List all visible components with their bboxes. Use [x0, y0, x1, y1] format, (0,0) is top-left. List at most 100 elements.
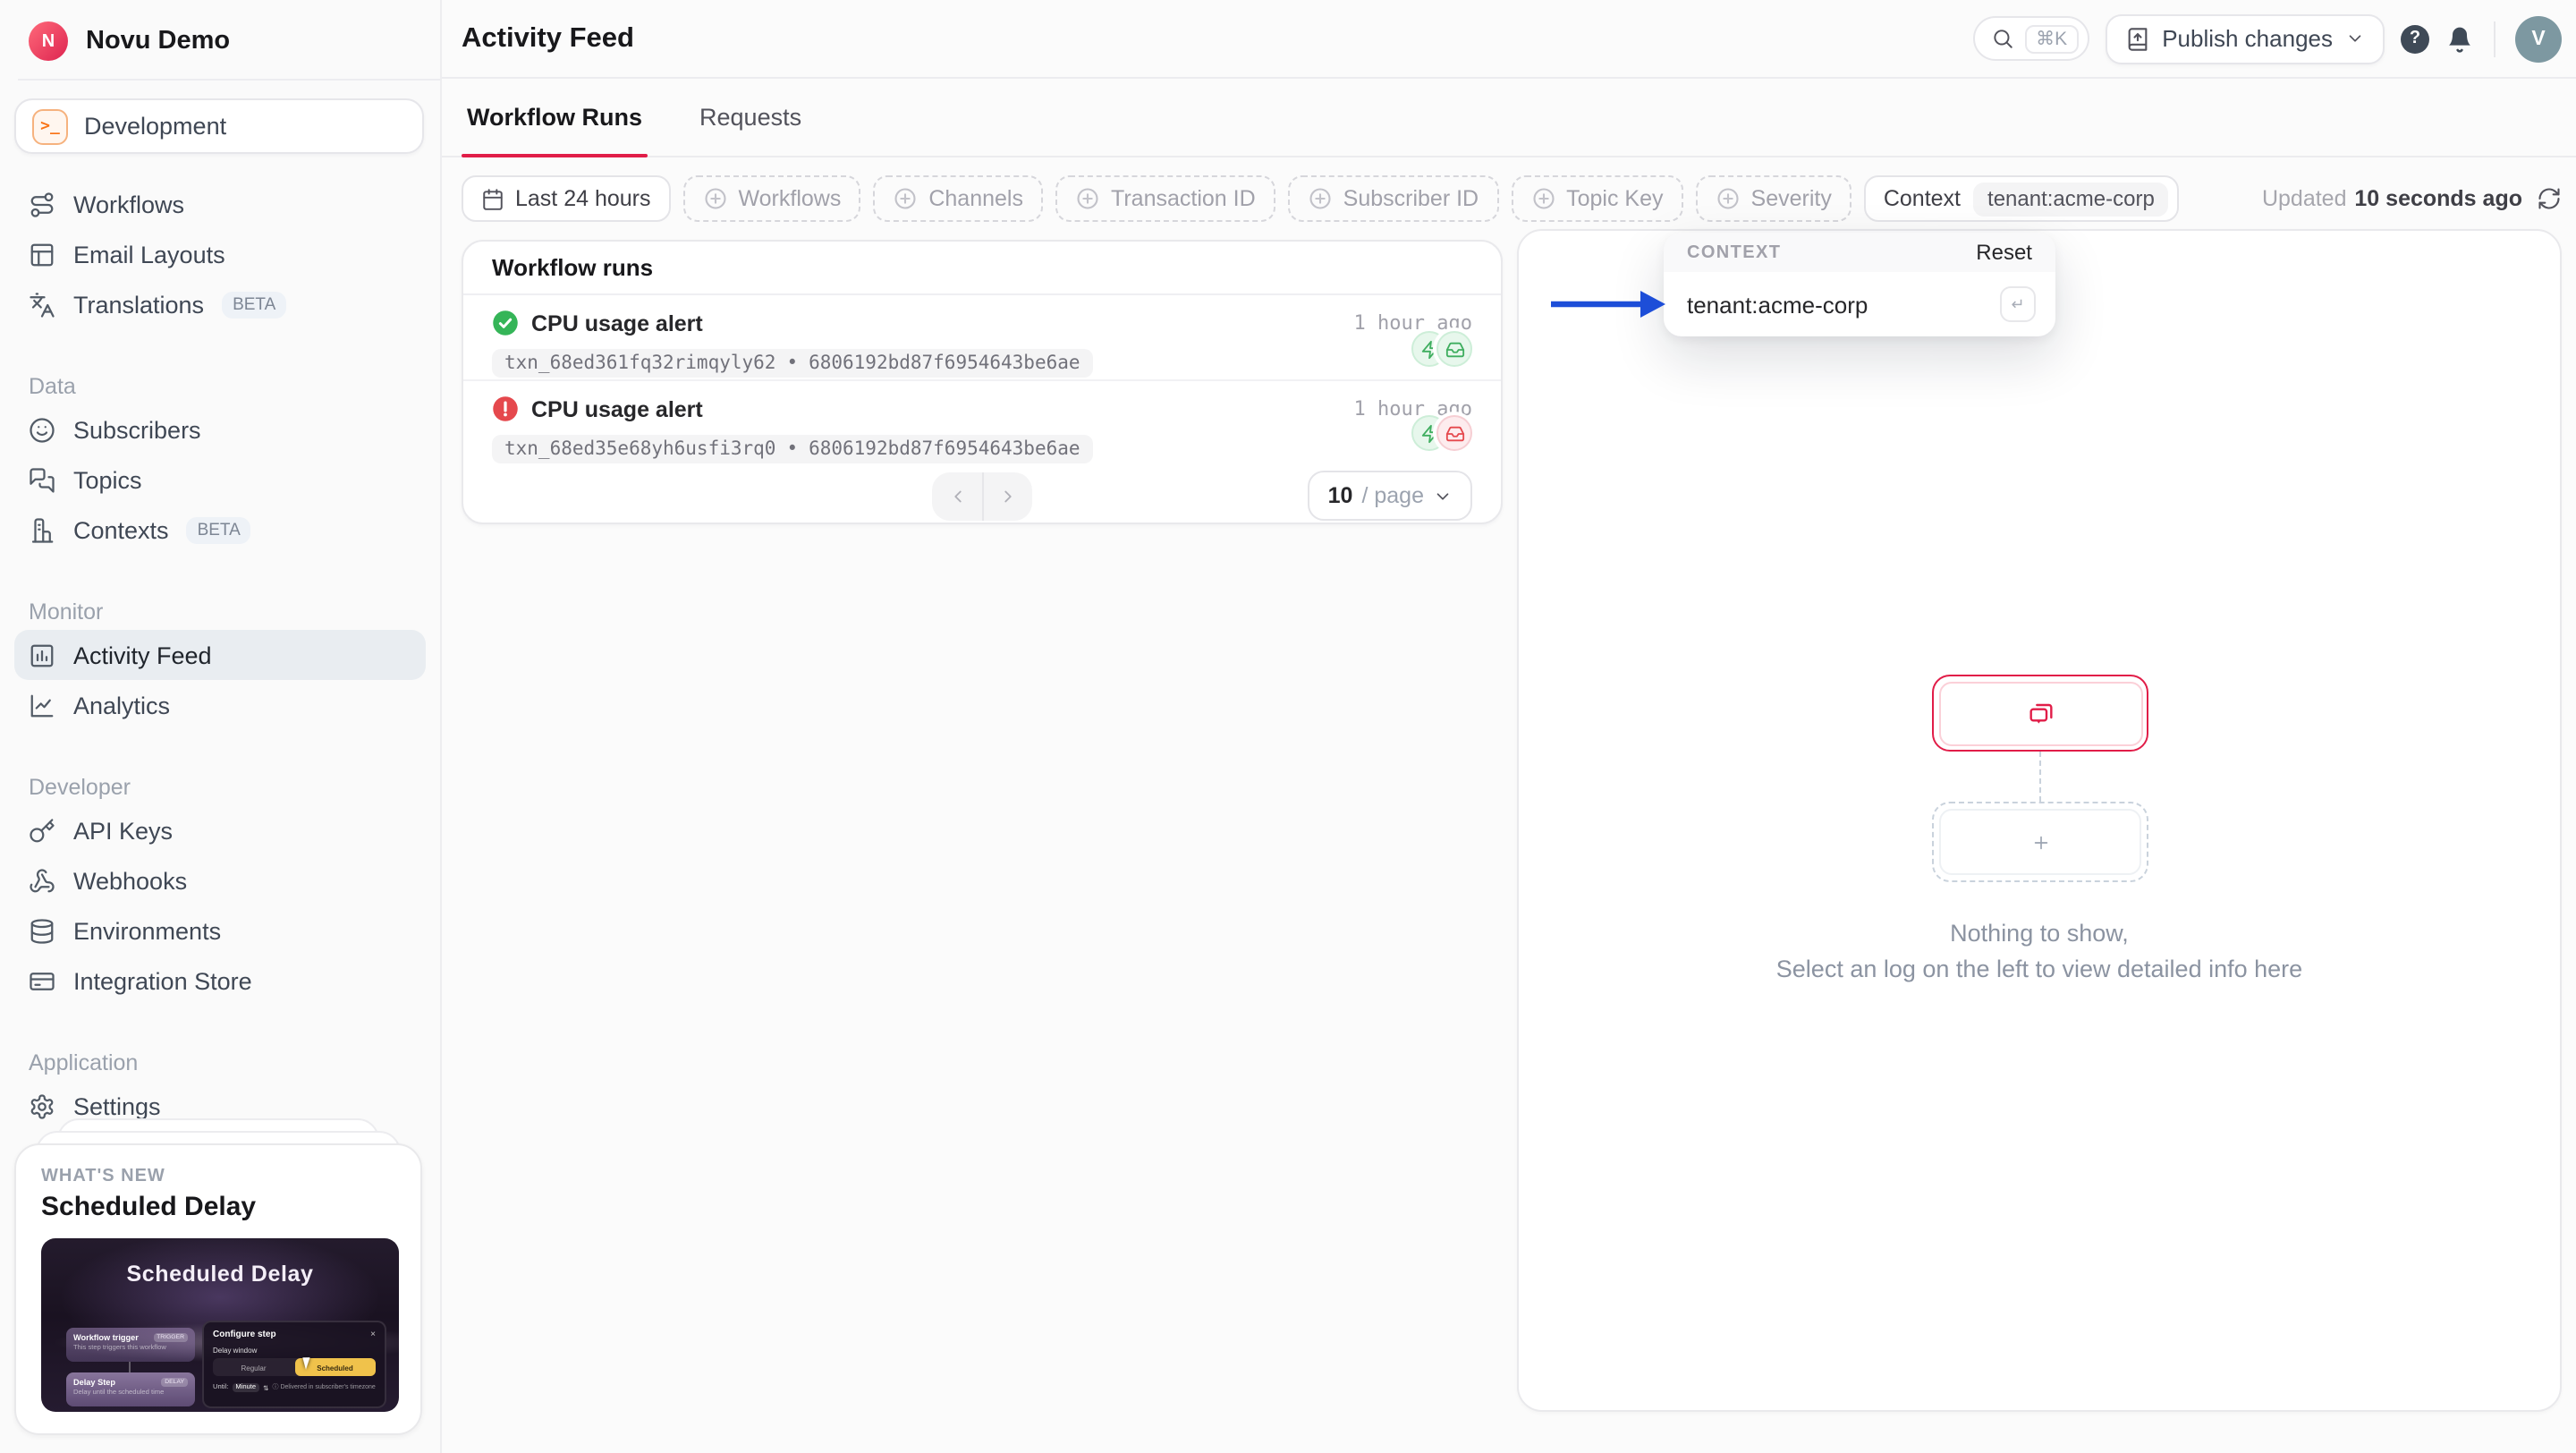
- publish-changes-label: Publish changes: [2162, 25, 2333, 52]
- empty-state-add-node: [1932, 802, 2148, 882]
- dot-separator: •: [786, 353, 799, 374]
- mini-delay-sub: Delay until the scheduled time: [73, 1389, 165, 1396]
- section-header-application: Application: [29, 1050, 139, 1075]
- sidebar-item-label: Settings: [73, 1092, 161, 1119]
- whats-new-title: Scheduled Delay: [41, 1192, 257, 1222]
- sidebar-item-translations[interactable]: Translations BETA: [14, 279, 426, 329]
- plus-icon: [2033, 835, 2047, 849]
- workflow-runs-card: Workflow runs CPU usage alert 1 hour ago…: [462, 240, 1503, 524]
- org-name: Novu Demo: [86, 27, 231, 55]
- search-button[interactable]: ⌘K: [1973, 16, 2089, 61]
- workflow-runs-header: Workflow runs: [463, 242, 1501, 295]
- novu-logo: N: [29, 21, 68, 61]
- mini-stepper-icon: ⇅: [263, 1384, 269, 1391]
- sidebar-item-label: API Keys: [73, 817, 174, 844]
- sidebar-item-label: Workflows: [73, 191, 185, 217]
- building-icon: [31, 517, 54, 542]
- sidebar-item-label: Analytics: [73, 692, 171, 718]
- sidebar-item-label: Environments: [73, 917, 222, 944]
- plus-circle-icon: [1716, 188, 1739, 209]
- org-switcher[interactable]: N Novu Demo: [0, 0, 440, 79]
- workflow-run-row[interactable]: CPU usage alert 1 hour ago txn_68ed35e68…: [463, 379, 1501, 463]
- subscriber-id-filter[interactable]: Subscriber ID: [1287, 175, 1499, 222]
- refresh-icon[interactable]: [2537, 186, 2562, 211]
- section-header-developer: Developer: [29, 775, 131, 800]
- top-bar-actions: ⌘K Publish changes ? V: [1973, 13, 2562, 64]
- empty-state-line1: Nothing to show,: [1950, 920, 2129, 947]
- transaction-id-pill: txn_68ed35e68yh6usfi3rq0 • 6806192bd87f6…: [492, 435, 1093, 463]
- sidebar-item-label: Webhooks: [73, 867, 188, 894]
- workflow-run-row[interactable]: CPU usage alert 1 hour ago txn_68ed361fq…: [463, 295, 1501, 379]
- gear-icon: [30, 1093, 54, 1118]
- mini-timezone-note: ⓘ Delivered in subscriber's timezone: [272, 1382, 376, 1389]
- updated-value: 10 seconds ago: [2354, 186, 2522, 211]
- page-size-select[interactable]: 10 / page: [1308, 471, 1472, 521]
- workflows-filter[interactable]: Workflows: [682, 175, 861, 222]
- severity-filter[interactable]: Severity: [1695, 175, 1852, 222]
- channel-badges: [1411, 415, 1472, 451]
- sidebar-item-webhooks[interactable]: Webhooks: [14, 855, 426, 905]
- section-header-data: Data: [29, 374, 76, 399]
- tab-requests[interactable]: Requests: [694, 79, 807, 156]
- mini-delay-window-label: Delay window: [213, 1345, 258, 1354]
- mini-trigger-badge: TRIGGER: [153, 1332, 188, 1341]
- mini-seg-regular: Regular: [241, 1363, 267, 1372]
- bell-icon[interactable]: [2445, 24, 2474, 53]
- whats-new-thumbnail[interactable]: Scheduled Delay Workflow trigger TRIGGER…: [41, 1238, 399, 1412]
- webhook-icon: [30, 868, 55, 892]
- channels-filter[interactable]: Channels: [873, 175, 1043, 222]
- help-button[interactable]: ?: [2401, 24, 2429, 53]
- chevron-down-icon: [2349, 35, 2361, 42]
- novu-dashboard: N Novu Demo >_ Development Workflows Ema…: [0, 0, 2576, 1453]
- sidebar-item-activity-feed[interactable]: Activity Feed: [14, 630, 426, 680]
- tab-workflow-runs[interactable]: Workflow Runs: [462, 79, 648, 157]
- annotation-arrow: [1551, 291, 1665, 318]
- date-range-filter[interactable]: Last 24 hours: [462, 175, 671, 222]
- empty-state-connector: [2039, 752, 2041, 802]
- transaction-id-filter[interactable]: Transaction ID: [1055, 175, 1275, 222]
- sidebar-item-subscribers[interactable]: Subscribers: [14, 404, 426, 455]
- book-up-icon: [2127, 27, 2147, 50]
- publish-changes-button[interactable]: Publish changes: [2105, 13, 2385, 64]
- sidebar-item-label: Email Layouts: [73, 241, 225, 268]
- terminal-icon: >_: [32, 108, 68, 144]
- main-content: Activity Feed ⌘K Publish changes ? V Wor…: [442, 0, 2576, 1453]
- sidebar-item-api-keys[interactable]: API Keys: [14, 805, 426, 855]
- mini-panel-title: Configure step: [213, 1329, 276, 1339]
- previous-page-button[interactable]: [932, 472, 982, 520]
- sidebar-item-integration-store[interactable]: Integration Store: [14, 956, 426, 1006]
- context-filter-value: tenant:acme-corp: [1973, 182, 2169, 216]
- context-reset-button[interactable]: Reset: [1976, 240, 2032, 265]
- sidebar-item-analytics[interactable]: Analytics: [14, 680, 426, 730]
- context-option-tenant-acme-corp[interactable]: tenant:acme-corp ↵: [1664, 272, 2055, 336]
- sidebar-item-environments[interactable]: Environments: [14, 905, 426, 956]
- workflow-run-name: CPU usage alert: [531, 396, 703, 421]
- plus-circle-icon: [1309, 188, 1331, 209]
- section-header-monitor: Monitor: [29, 599, 104, 625]
- next-page-button[interactable]: [982, 472, 1032, 520]
- run-id: 6806192bd87f6954643be6ae: [809, 353, 1080, 374]
- context-filter-label: Context: [1883, 186, 1962, 211]
- context-filter[interactable]: Context tenant:acme-corp: [1863, 175, 2180, 222]
- sidebar-item-workflows[interactable]: Workflows: [14, 179, 426, 229]
- sidebar-item-email-layouts[interactable]: Email Layouts: [14, 229, 426, 279]
- sidebar-item-topics[interactable]: Topics: [14, 455, 426, 505]
- context-popover-title: CONTEXT: [1687, 242, 1782, 262]
- page-title: Activity Feed: [462, 22, 634, 53]
- environment-selector[interactable]: >_ Development: [14, 98, 424, 154]
- avatar[interactable]: V: [2515, 15, 2562, 62]
- question-mark-icon: ?: [2409, 29, 2421, 48]
- empty-state-line2: Select an log on the left to view detail…: [1775, 955, 2303, 981]
- topic-key-filter[interactable]: Topic Key: [1511, 175, 1683, 222]
- plus-circle-icon: [1077, 188, 1098, 209]
- pager: [932, 472, 1032, 520]
- transaction-id: txn_68ed35e68yh6usfi3rq0: [504, 438, 776, 460]
- divider: [2494, 21, 2496, 56]
- beta-badge: BETA: [186, 516, 251, 543]
- sidebar-item-contexts[interactable]: Contexts BETA: [14, 505, 426, 555]
- mini-trigger-sub: This step triggers this workflow: [73, 1344, 166, 1351]
- whats-new-kicker: WHAT'S NEW: [41, 1167, 165, 1186]
- whats-new-card[interactable]: WHAT'S NEW Scheduled Delay Scheduled Del…: [14, 1143, 422, 1435]
- messages-icon: [30, 467, 55, 492]
- inbox-channel-badge-success: [1436, 331, 1472, 367]
